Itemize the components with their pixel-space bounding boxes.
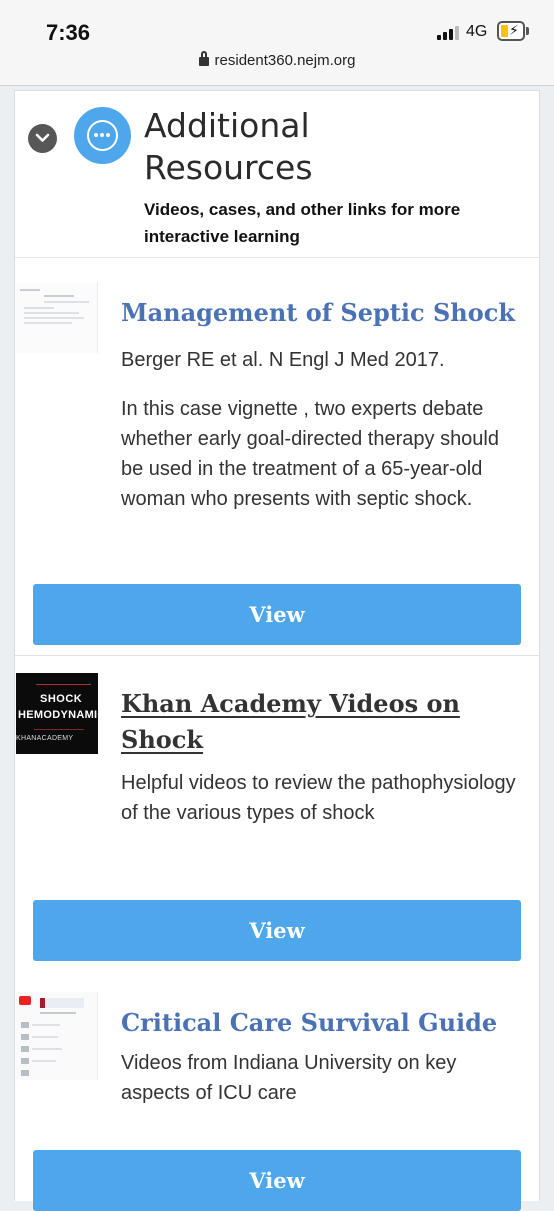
youtube-icon [19, 996, 31, 1005]
status-time: 7:36 [46, 20, 91, 45]
lock-icon [198, 51, 209, 66]
browser-chrome: 7:36 4G ⚡ resident360.nejm.org [0, 0, 554, 86]
more-options-icon [74, 107, 131, 164]
thumbnail-text-hemodynamics: HEMODYNAMICS [18, 709, 98, 721]
address-bar[interactable]: resident360.nejm.org [0, 51, 554, 69]
resources-panel: Additional Resources Videos, cases, and … [14, 90, 540, 1211]
chevron-down-icon[interactable] [28, 124, 57, 153]
resource-title-link[interactable]: Management of Septic Shock [121, 295, 526, 331]
cellular-signal-icon [437, 26, 461, 40]
network-type: 4G [466, 23, 488, 40]
section-title: Additional Resources [144, 106, 313, 187]
section-header: Additional Resources Videos, cases, and … [15, 91, 539, 258]
resource-card-critical-care: Critical Care Survival Guide Videos from… [15, 986, 539, 1211]
thumbnail-text-khanacademy: KHANACADEMY [16, 735, 74, 742]
resource-description: Videos from Indiana University on key as… [121, 1052, 457, 1104]
view-button[interactable]: View [33, 1150, 521, 1211]
thumbnail-text-shock: SHOCK [40, 693, 83, 705]
resource-description: Helpful videos to review the pathophysio… [121, 772, 516, 824]
video-thumbnail[interactable]: SHOCK HEMODYNAMICS KHANACADEMY [16, 673, 98, 754]
view-button[interactable]: View [33, 900, 521, 961]
view-button[interactable]: View [33, 584, 521, 645]
url-text: resident360.nejm.org [214, 52, 356, 69]
resource-card-septic-shock: Management of Septic Shock Berger RE et … [15, 259, 539, 656]
video-thumbnail[interactable] [16, 992, 98, 1080]
resource-title-link[interactable]: Khan Academy Videos on Shock [121, 686, 526, 758]
battery-cap [526, 27, 529, 35]
resource-citation: Berger RE et al. N Engl J Med 2017. [121, 349, 445, 371]
section-subtitle: Videos, cases, and other links for more … [144, 200, 461, 246]
charging-battery-icon: ⚡ [497, 21, 525, 41]
resource-description: In this case vignette , two experts deba… [121, 398, 499, 510]
article-thumbnail[interactable] [16, 283, 98, 353]
resource-card-khan-academy: SHOCK HEMODYNAMICS KHANACADEMY Khan Acad… [15, 670, 539, 989]
resource-title-link[interactable]: Critical Care Survival Guide [121, 1005, 526, 1041]
